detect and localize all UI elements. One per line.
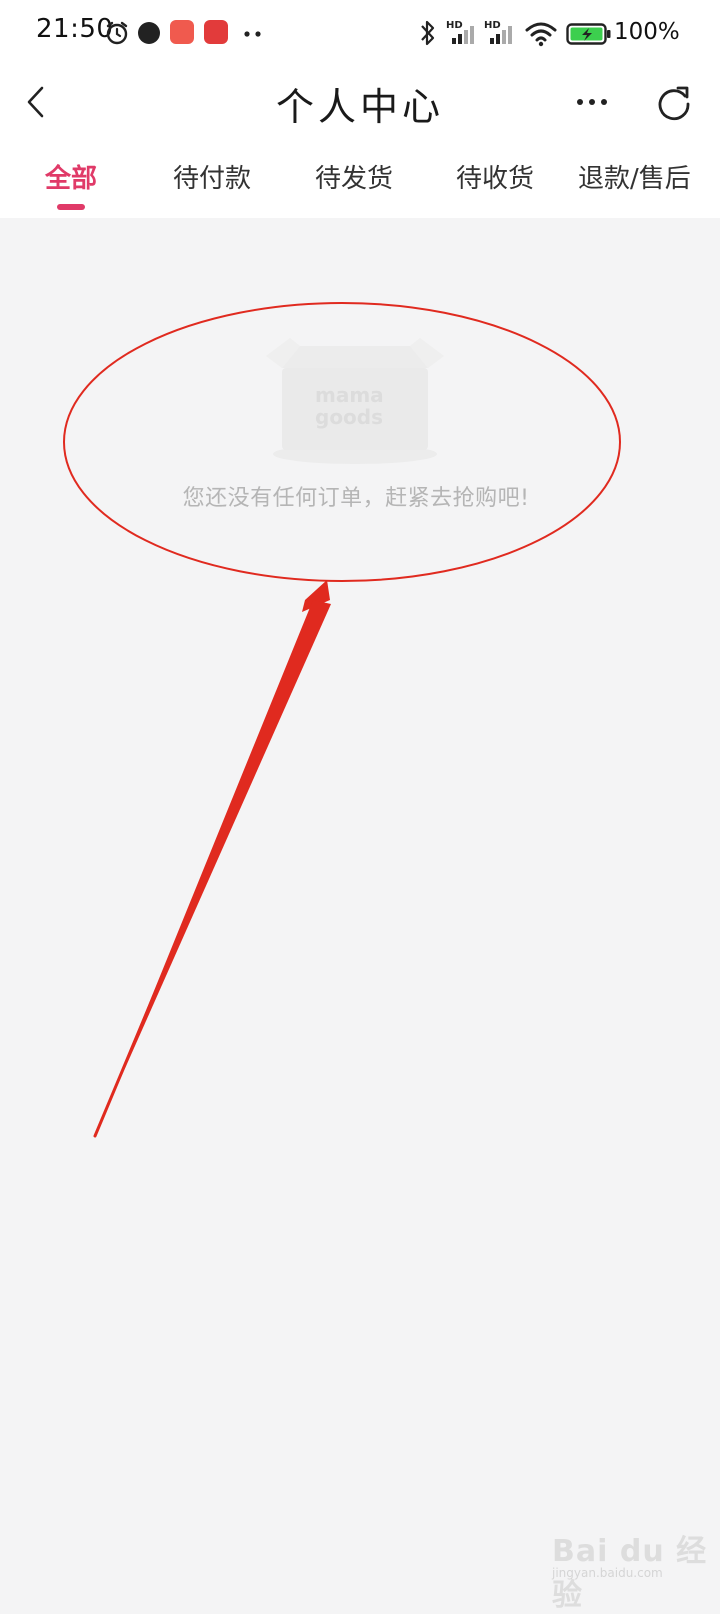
app-icon [204, 20, 228, 44]
battery-charging-icon [566, 23, 611, 45]
empty-box-icon: mama goods [266, 338, 444, 464]
refresh-button[interactable] [650, 78, 698, 126]
app-icon [138, 22, 160, 44]
tab-refund-after-sale[interactable]: 退款/售后 [578, 158, 691, 195]
more-button[interactable] [568, 78, 616, 126]
bluetooth-icon [421, 20, 435, 46]
empty-state-message: 您还没有任何订单，赶紧去抢购吧! [182, 486, 530, 511]
app-icon [170, 20, 194, 44]
tab-pending-receipt[interactable]: 待收货 [456, 158, 534, 195]
svg-text:HD: HD [446, 20, 463, 31]
tab-all[interactable]: 全部 [45, 158, 97, 195]
more-dots-icon [244, 31, 261, 37]
order-list-area: mama goods 您还没有任何订单，赶紧去抢购吧! [0, 218, 720, 1600]
tab-pending-payment[interactable]: 待付款 [173, 158, 251, 195]
wifi-icon [525, 22, 557, 47]
alarm-icon [106, 21, 128, 45]
watermark-url: jingyan.baidu.com [552, 1566, 663, 1580]
status-time: 21:50 [36, 14, 114, 44]
hd-signal-icon: HD [446, 20, 474, 44]
tab-pending-shipment[interactable]: 待发货 [315, 158, 393, 195]
empty-box-label-line2: goods [315, 405, 383, 429]
status-bar: 21:50 HD HD 100% [0, 0, 720, 68]
watermark: Bai du 经验 jingyan.baidu.com [540, 1518, 710, 1613]
battery-percent: 100% [614, 19, 680, 45]
more-horizontal-icon [577, 99, 607, 105]
app-bar: 个人中心 [0, 68, 720, 136]
svg-text:HD: HD [484, 20, 501, 31]
tab-active-indicator [57, 204, 85, 210]
empty-box-label-line1: mama [315, 383, 384, 407]
refresh-icon [658, 86, 690, 121]
order-tabs: 全部 待付款 待发货 待收货 退款/售后 [0, 136, 720, 218]
hd-signal-icon: HD [484, 20, 512, 44]
